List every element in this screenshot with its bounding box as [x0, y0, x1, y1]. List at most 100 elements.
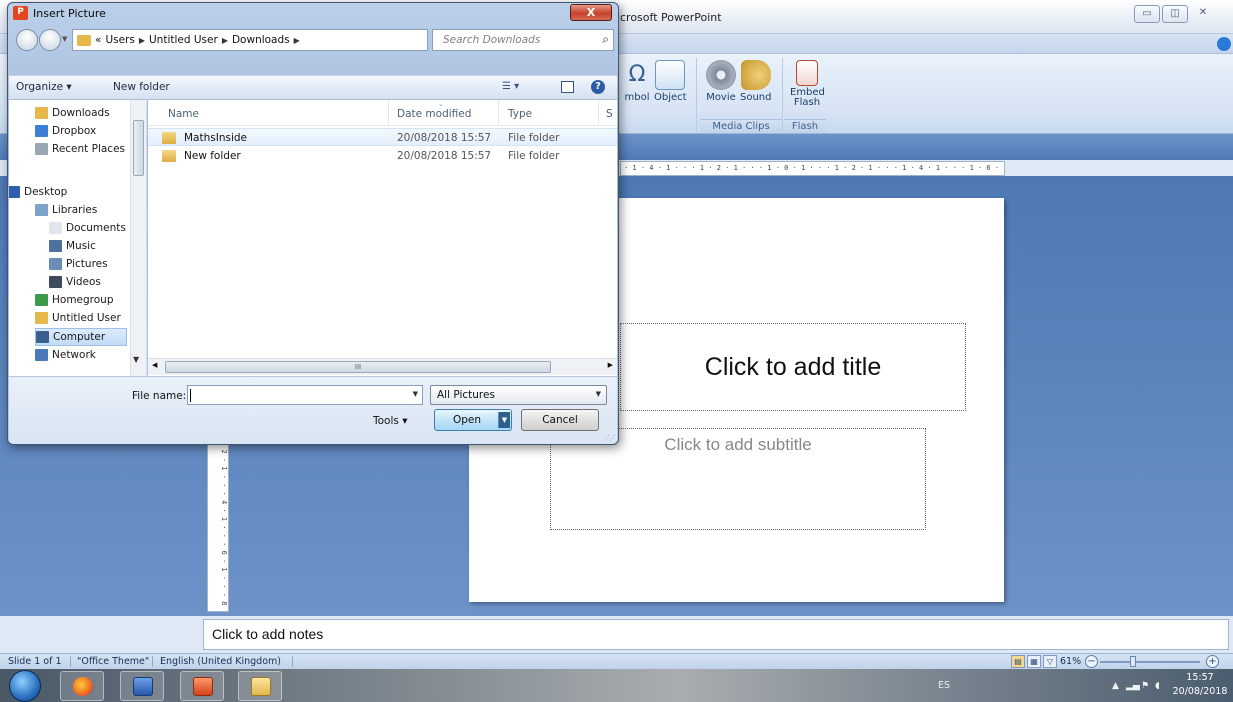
- scroll-left-icon[interactable]: ◀: [152, 361, 157, 369]
- table-row[interactable]: MathsInside 20/08/2018 15:57 File folder: [148, 128, 617, 146]
- new-folder-button[interactable]: New folder: [113, 81, 170, 93]
- notes-pane[interactable]: Click to add notes: [203, 619, 1229, 650]
- object-button[interactable]: Object: [654, 60, 687, 103]
- help-icon[interactable]: ?: [591, 80, 605, 94]
- nav-item-videos[interactable]: Videos: [49, 273, 101, 291]
- folder-icon: [77, 34, 91, 46]
- recent-pages-dropdown[interactable]: ▼: [62, 35, 67, 43]
- file-type-select[interactable]: All Pictures ▼: [430, 385, 607, 405]
- network-signal-icon[interactable]: ▂▄: [1126, 681, 1140, 691]
- resize-grip-icon[interactable]: ⋰⋰: [603, 434, 616, 442]
- nav-item-dropbox[interactable]: Dropbox: [35, 122, 96, 140]
- chevron-right-icon[interactable]: ▶: [139, 36, 145, 45]
- open-button[interactable]: Open ▼: [434, 409, 512, 431]
- show-hidden-icons-icon[interactable]: ▲: [1112, 681, 1123, 691]
- change-view-icon[interactable]: ☰ ▾: [502, 81, 519, 92]
- file-date: 20/08/2018 15:57: [397, 150, 492, 162]
- search-icon[interactable]: ⌕: [602, 32, 609, 47]
- symbol-button[interactable]: Ω mbol: [622, 60, 652, 103]
- clock-time[interactable]: 15:57: [1168, 672, 1232, 683]
- embed-flash-label: Embed Flash: [790, 87, 825, 108]
- zoom-slider[interactable]: [1100, 661, 1200, 663]
- language-status[interactable]: English (United Kingdom): [160, 656, 281, 667]
- zoom-level[interactable]: 61%: [1060, 656, 1081, 667]
- nav-scroll-down-icon[interactable]: ▼: [133, 355, 139, 364]
- nav-scrollbar-thumb[interactable]: [133, 120, 144, 176]
- cancel-button[interactable]: Cancel: [521, 409, 599, 431]
- breadcrumb-untitled-user[interactable]: Untitled User: [149, 34, 218, 46]
- file-name-input[interactable]: ▼: [187, 385, 423, 405]
- nav-item-pictures[interactable]: Pictures: [49, 255, 108, 273]
- notes-placeholder: Click to add notes: [212, 626, 324, 642]
- nav-item-label: Music: [66, 240, 96, 252]
- table-row[interactable]: New folder 20/08/2018 15:57 File folder: [148, 147, 617, 165]
- dialog-footer: File name: ▼ All Pictures ▼ Tools ▾ Open…: [9, 376, 617, 444]
- chevron-right-icon[interactable]: ▶: [294, 36, 300, 45]
- address-bar[interactable]: « Users ▶ Untitled User ▶ Downloads ▶ ▼ …: [72, 29, 428, 51]
- sound-button[interactable]: Sound: [740, 60, 772, 103]
- scroll-right-icon[interactable]: ▶: [608, 361, 613, 369]
- close-window-button[interactable]: ✕: [1190, 5, 1216, 23]
- zoom-in-button[interactable]: +: [1206, 655, 1219, 668]
- minimize-button[interactable]: ▭: [1134, 5, 1160, 23]
- volume-icon[interactable]: ◖: [1155, 681, 1166, 691]
- taskbar-powerpoint[interactable]: [180, 671, 224, 701]
- nav-item-homegroup[interactable]: Homegroup: [35, 291, 114, 309]
- nav-item-music[interactable]: Music: [49, 237, 96, 255]
- zoom-out-button[interactable]: −: [1085, 655, 1098, 668]
- nav-item-downloads[interactable]: Downloads: [35, 104, 110, 122]
- input-language[interactable]: ES: [938, 680, 950, 691]
- column-divider: [498, 100, 499, 126]
- libraries-icon: [35, 204, 48, 216]
- vertical-ruler: · 2 · 1 · · · 4 · 1 · · · 6 · 1 · · · 8 …: [207, 440, 229, 612]
- pictures-icon: [49, 258, 62, 270]
- horizontal-scrollbar-thumb[interactable]: III: [165, 361, 551, 373]
- help-icon[interactable]: [1217, 37, 1231, 51]
- title-placeholder[interactable]: Click to add title: [620, 323, 966, 411]
- slide-sorter-button[interactable]: ▦: [1027, 655, 1041, 668]
- column-name[interactable]: Name: [168, 108, 199, 120]
- normal-view-button[interactable]: ▤: [1011, 655, 1025, 668]
- movie-button[interactable]: Movie: [706, 60, 736, 103]
- back-button[interactable]: [16, 29, 38, 51]
- chevron-right-icon[interactable]: ▶: [222, 36, 228, 45]
- nav-item-documents[interactable]: Documents: [49, 219, 126, 237]
- horizontal-scrollbar[interactable]: ◀ III ▶: [148, 358, 617, 375]
- title-placeholder-text: Click to add title: [704, 352, 882, 381]
- nav-item-computer[interactable]: Computer: [35, 328, 127, 346]
- open-options-dropdown[interactable]: ▼: [498, 412, 510, 428]
- nav-item-recent-places[interactable]: Recent Places: [35, 140, 125, 158]
- taskbar-firefox[interactable]: [60, 671, 104, 701]
- start-button[interactable]: [9, 670, 41, 702]
- breadcrumb-downloads[interactable]: Downloads: [232, 34, 290, 46]
- column-type[interactable]: Type: [508, 108, 532, 120]
- clock-date[interactable]: 20/08/2018: [1168, 686, 1232, 697]
- nav-item-libraries[interactable]: Libraries: [35, 201, 97, 219]
- nav-item-untitled-user[interactable]: Untitled User: [35, 309, 121, 327]
- embed-flash-button[interactable]: Embed Flash: [790, 60, 825, 108]
- file-name-dropdown-icon[interactable]: ▼: [413, 390, 418, 398]
- column-date-modified[interactable]: Date modified: [397, 108, 471, 120]
- nav-item-desktop[interactable]: Desktop: [9, 183, 67, 201]
- dialog-close-button[interactable]: X: [570, 4, 612, 21]
- breadcrumb-overflow[interactable]: «: [95, 34, 101, 46]
- restore-button[interactable]: ◫: [1162, 5, 1188, 23]
- taskbar-explorer[interactable]: [238, 671, 282, 701]
- action-center-icon[interactable]: ⚑: [1141, 681, 1152, 691]
- breadcrumb-users[interactable]: Users: [105, 34, 134, 46]
- preview-pane-icon[interactable]: [561, 81, 574, 93]
- forward-button[interactable]: [39, 29, 61, 51]
- nav-item-label: Network: [52, 349, 96, 361]
- nav-item-network[interactable]: Network: [35, 346, 96, 364]
- column-size[interactable]: S: [606, 108, 613, 120]
- zoom-slider-thumb[interactable]: [1130, 656, 1136, 667]
- folder-icon: [162, 150, 176, 162]
- taskbar: ES ▲ ▂▄ ⚑ ◖ 15:57 20/08/2018: [0, 669, 1233, 702]
- tools-button[interactable]: Tools ▾: [373, 415, 407, 427]
- search-input[interactable]: Search Downloads ⌕: [432, 29, 614, 51]
- slide-show-button[interactable]: ▽: [1043, 655, 1057, 668]
- nav-scrollbar[interactable]: [130, 100, 146, 376]
- taskbar-word[interactable]: [120, 671, 164, 701]
- organize-button[interactable]: Organize ▾: [16, 81, 72, 93]
- command-bar: Organize ▾ New folder ☰ ▾ ?: [9, 75, 617, 100]
